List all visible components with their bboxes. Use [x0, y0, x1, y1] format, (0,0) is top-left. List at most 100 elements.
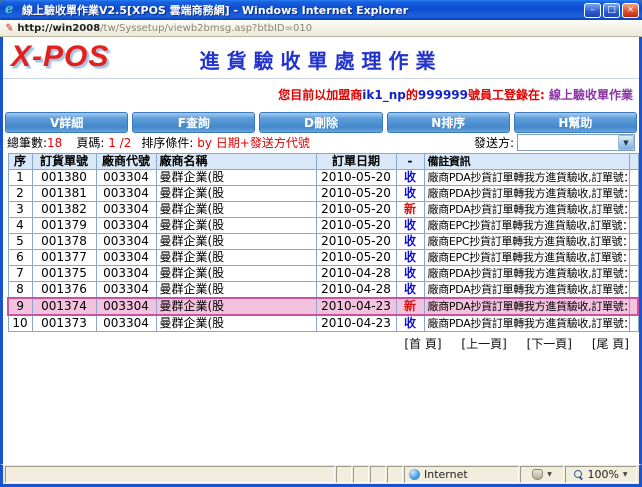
cell-end: [629, 250, 638, 266]
cell-remark: 廠商EPC抄貨訂單轉我方進貨驗收,訂單號：001378: [424, 234, 629, 250]
cell-end: [629, 186, 638, 202]
cell-order_no: 001374: [32, 298, 96, 315]
login-location: 線上驗收單作業: [549, 88, 633, 102]
minimize-button[interactable]: –: [584, 3, 601, 18]
cell-vendor_code: 003304: [96, 186, 156, 202]
zoom-panel[interactable]: 100% ▼: [565, 466, 637, 483]
merchant-id: ik1_np: [362, 88, 406, 102]
cell-seq: 2: [8, 186, 32, 202]
url-path: /tw/Syssetup/viewb2bmsg.asp?btbID=010: [100, 23, 312, 34]
table-row[interactable]: 1001380003304曼群企業(股2010-05-20收廠商PDA抄貨訂單轉…: [8, 170, 638, 186]
protected-mode-panel[interactable]: ▼: [520, 466, 564, 483]
table-row[interactable]: 6001377003304曼群企業(股2010-05-20收廠商EPC抄貨訂單轉…: [8, 250, 638, 266]
cell-date: 2010-05-20: [316, 218, 396, 234]
chevron-down-icon[interactable]: ▼: [618, 135, 634, 150]
header-status: -: [396, 154, 424, 170]
cell-order_no: 001375: [32, 266, 96, 282]
prev-page-link[interactable]: [上一頁]: [461, 337, 506, 351]
table-row[interactable]: 3001382003304曼群企業(股2010-05-20新廠商PDA抄貨訂單轉…: [8, 202, 638, 218]
cell-vendor_code: 003304: [96, 234, 156, 250]
login-suffix: 號員工登錄在:: [468, 88, 549, 102]
delete-button[interactable]: D刪除: [259, 112, 382, 133]
sort-button[interactable]: N排序: [387, 112, 510, 133]
table-row[interactable]: 2001381003304曼群企業(股2010-05-20收廠商PDA抄貨訂單轉…: [8, 186, 638, 202]
table-row[interactable]: 4001379003304曼群企業(股2010-05-20收廠商EPC抄貨訂單轉…: [8, 218, 638, 234]
page-icon: ✎: [4, 22, 14, 34]
table-row[interactable]: 9001374003304曼群企業(股2010-04-23新廠商PDA抄貨訂單轉…: [8, 298, 638, 315]
page-title: 進貨驗收單處理作業: [3, 45, 639, 74]
header-vendor-code: 廠商代號: [96, 154, 156, 170]
cell-vendor_name: 曼群企業(股: [156, 202, 316, 218]
cell-date: 2010-05-20: [316, 202, 396, 218]
cell-date: 2010-05-20: [316, 170, 396, 186]
maximize-button[interactable]: □: [603, 3, 620, 18]
cell-order_no: 001381: [32, 186, 96, 202]
cell-end: [629, 202, 638, 218]
query-button[interactable]: F查詢: [132, 112, 255, 133]
table-row[interactable]: 7001375003304曼群企業(股2010-04-28收廠商PDA抄貨訂單轉…: [8, 266, 638, 282]
cell-seq: 10: [8, 315, 32, 332]
title-bar: e 線上驗收單作業V2.5[XPOS 雲端商務網] - Windows Inte…: [0, 0, 642, 20]
window-title: 線上驗收單作業V2.5[XPOS 雲端商務網] - Windows Intern…: [22, 2, 584, 18]
cell-date: 2010-04-28: [316, 266, 396, 282]
cell-order_no: 001377: [32, 250, 96, 266]
cell-seq: 3: [8, 202, 32, 218]
page-content: X-POS 進貨驗收單處理作業 您目前以加盟商ik1_np的999999號員工登…: [0, 37, 642, 464]
cell-remark: 廠商EPC抄貨訂單轉我方進貨驗收,訂單號：001377: [424, 250, 629, 266]
cell-order_no: 001379: [32, 218, 96, 234]
help-button[interactable]: H幫助: [514, 112, 637, 133]
cell-remark: 廠商PDA抄貨訂單轉我方進貨驗收,訂單號：001373: [424, 315, 629, 332]
cell-vendor_name: 曼群企業(股: [156, 186, 316, 202]
table-row[interactable]: 10001373003304曼群企業(股2010-04-23收廠商PDA抄貨訂單…: [8, 315, 638, 332]
cell-vendor_name: 曼群企業(股: [156, 234, 316, 250]
login-mid: 的: [406, 88, 418, 102]
zone-label: Internet: [424, 468, 468, 481]
page-header: X-POS 進貨驗收單處理作業: [3, 37, 639, 79]
detail-button[interactable]: V詳細: [5, 112, 128, 133]
cell-status: 收: [396, 186, 424, 202]
cell-end: [629, 282, 638, 299]
cell-vendor_name: 曼群企業(股: [156, 250, 316, 266]
login-prefix: 您目前以加盟商: [278, 88, 362, 102]
header-vendor-name: 廠商名稱: [156, 154, 316, 170]
total-count: 18: [47, 136, 62, 150]
sender-select[interactable]: ▼: [517, 134, 635, 151]
cell-date: 2010-04-23: [316, 315, 396, 332]
login-status: 您目前以加盟商ik1_np的999999號員工登錄在: 線上驗收單作業: [3, 86, 639, 104]
cell-vendor_code: 003304: [96, 202, 156, 218]
cell-order_no: 001380: [32, 170, 96, 186]
cell-remark: 廠商EPC抄貨訂單轉我方進貨驗收,訂單號：001379: [424, 218, 629, 234]
table-row[interactable]: 8001376003304曼群企業(股2010-04-28收廠商PDA抄貨訂單轉…: [8, 282, 638, 299]
security-zone-panel: Internet: [404, 466, 519, 483]
ie-logo-icon: e: [5, 3, 19, 17]
cell-vendor_code: 003304: [96, 282, 156, 299]
cell-end: [629, 315, 638, 332]
sort-label: 排序條件:: [141, 134, 193, 151]
cell-status: 收: [396, 266, 424, 282]
cell-order_no: 001376: [32, 282, 96, 299]
cell-vendor_code: 003304: [96, 266, 156, 282]
cell-remark: 廠商PDA抄貨訂單轉我方進貨驗收,訂單號：001380: [424, 170, 629, 186]
cell-seq: 8: [8, 282, 32, 299]
cell-date: 2010-04-23: [316, 298, 396, 315]
cell-seq: 6: [8, 250, 32, 266]
header-order: 訂貨單號: [32, 154, 96, 170]
cell-remark: 廠商PDA抄貨訂單轉我方進貨驗收,訂單號：001381: [424, 186, 629, 202]
header-date: 訂單日期: [316, 154, 396, 170]
cell-remark: 廠商PDA抄貨訂單轉我方進貨驗收,訂單號：001382: [424, 202, 629, 218]
cell-end: [629, 170, 638, 186]
sender-label: 發送方:: [474, 134, 514, 151]
last-page-link[interactable]: [尾 頁]: [592, 337, 629, 351]
table-row[interactable]: 5001378003304曼群企業(股2010-05-20收廠商EPC抄貨訂單轉…: [8, 234, 638, 250]
first-page-link[interactable]: [首 頁]: [404, 337, 441, 351]
cell-end: [629, 234, 638, 250]
shield-icon: [532, 469, 543, 480]
next-page-link[interactable]: [下一頁]: [527, 337, 572, 351]
cell-seq: 5: [8, 234, 32, 250]
cell-order_no: 001382: [32, 202, 96, 218]
info-bar: 總筆數: 18 頁碼: 1 /2 排序條件: by 日期+發送方代號 發送方: …: [3, 133, 639, 151]
cell-status: 收: [396, 234, 424, 250]
page-total: /2: [120, 136, 132, 150]
close-button[interactable]: ×: [622, 3, 639, 18]
cell-vendor_code: 003304: [96, 218, 156, 234]
